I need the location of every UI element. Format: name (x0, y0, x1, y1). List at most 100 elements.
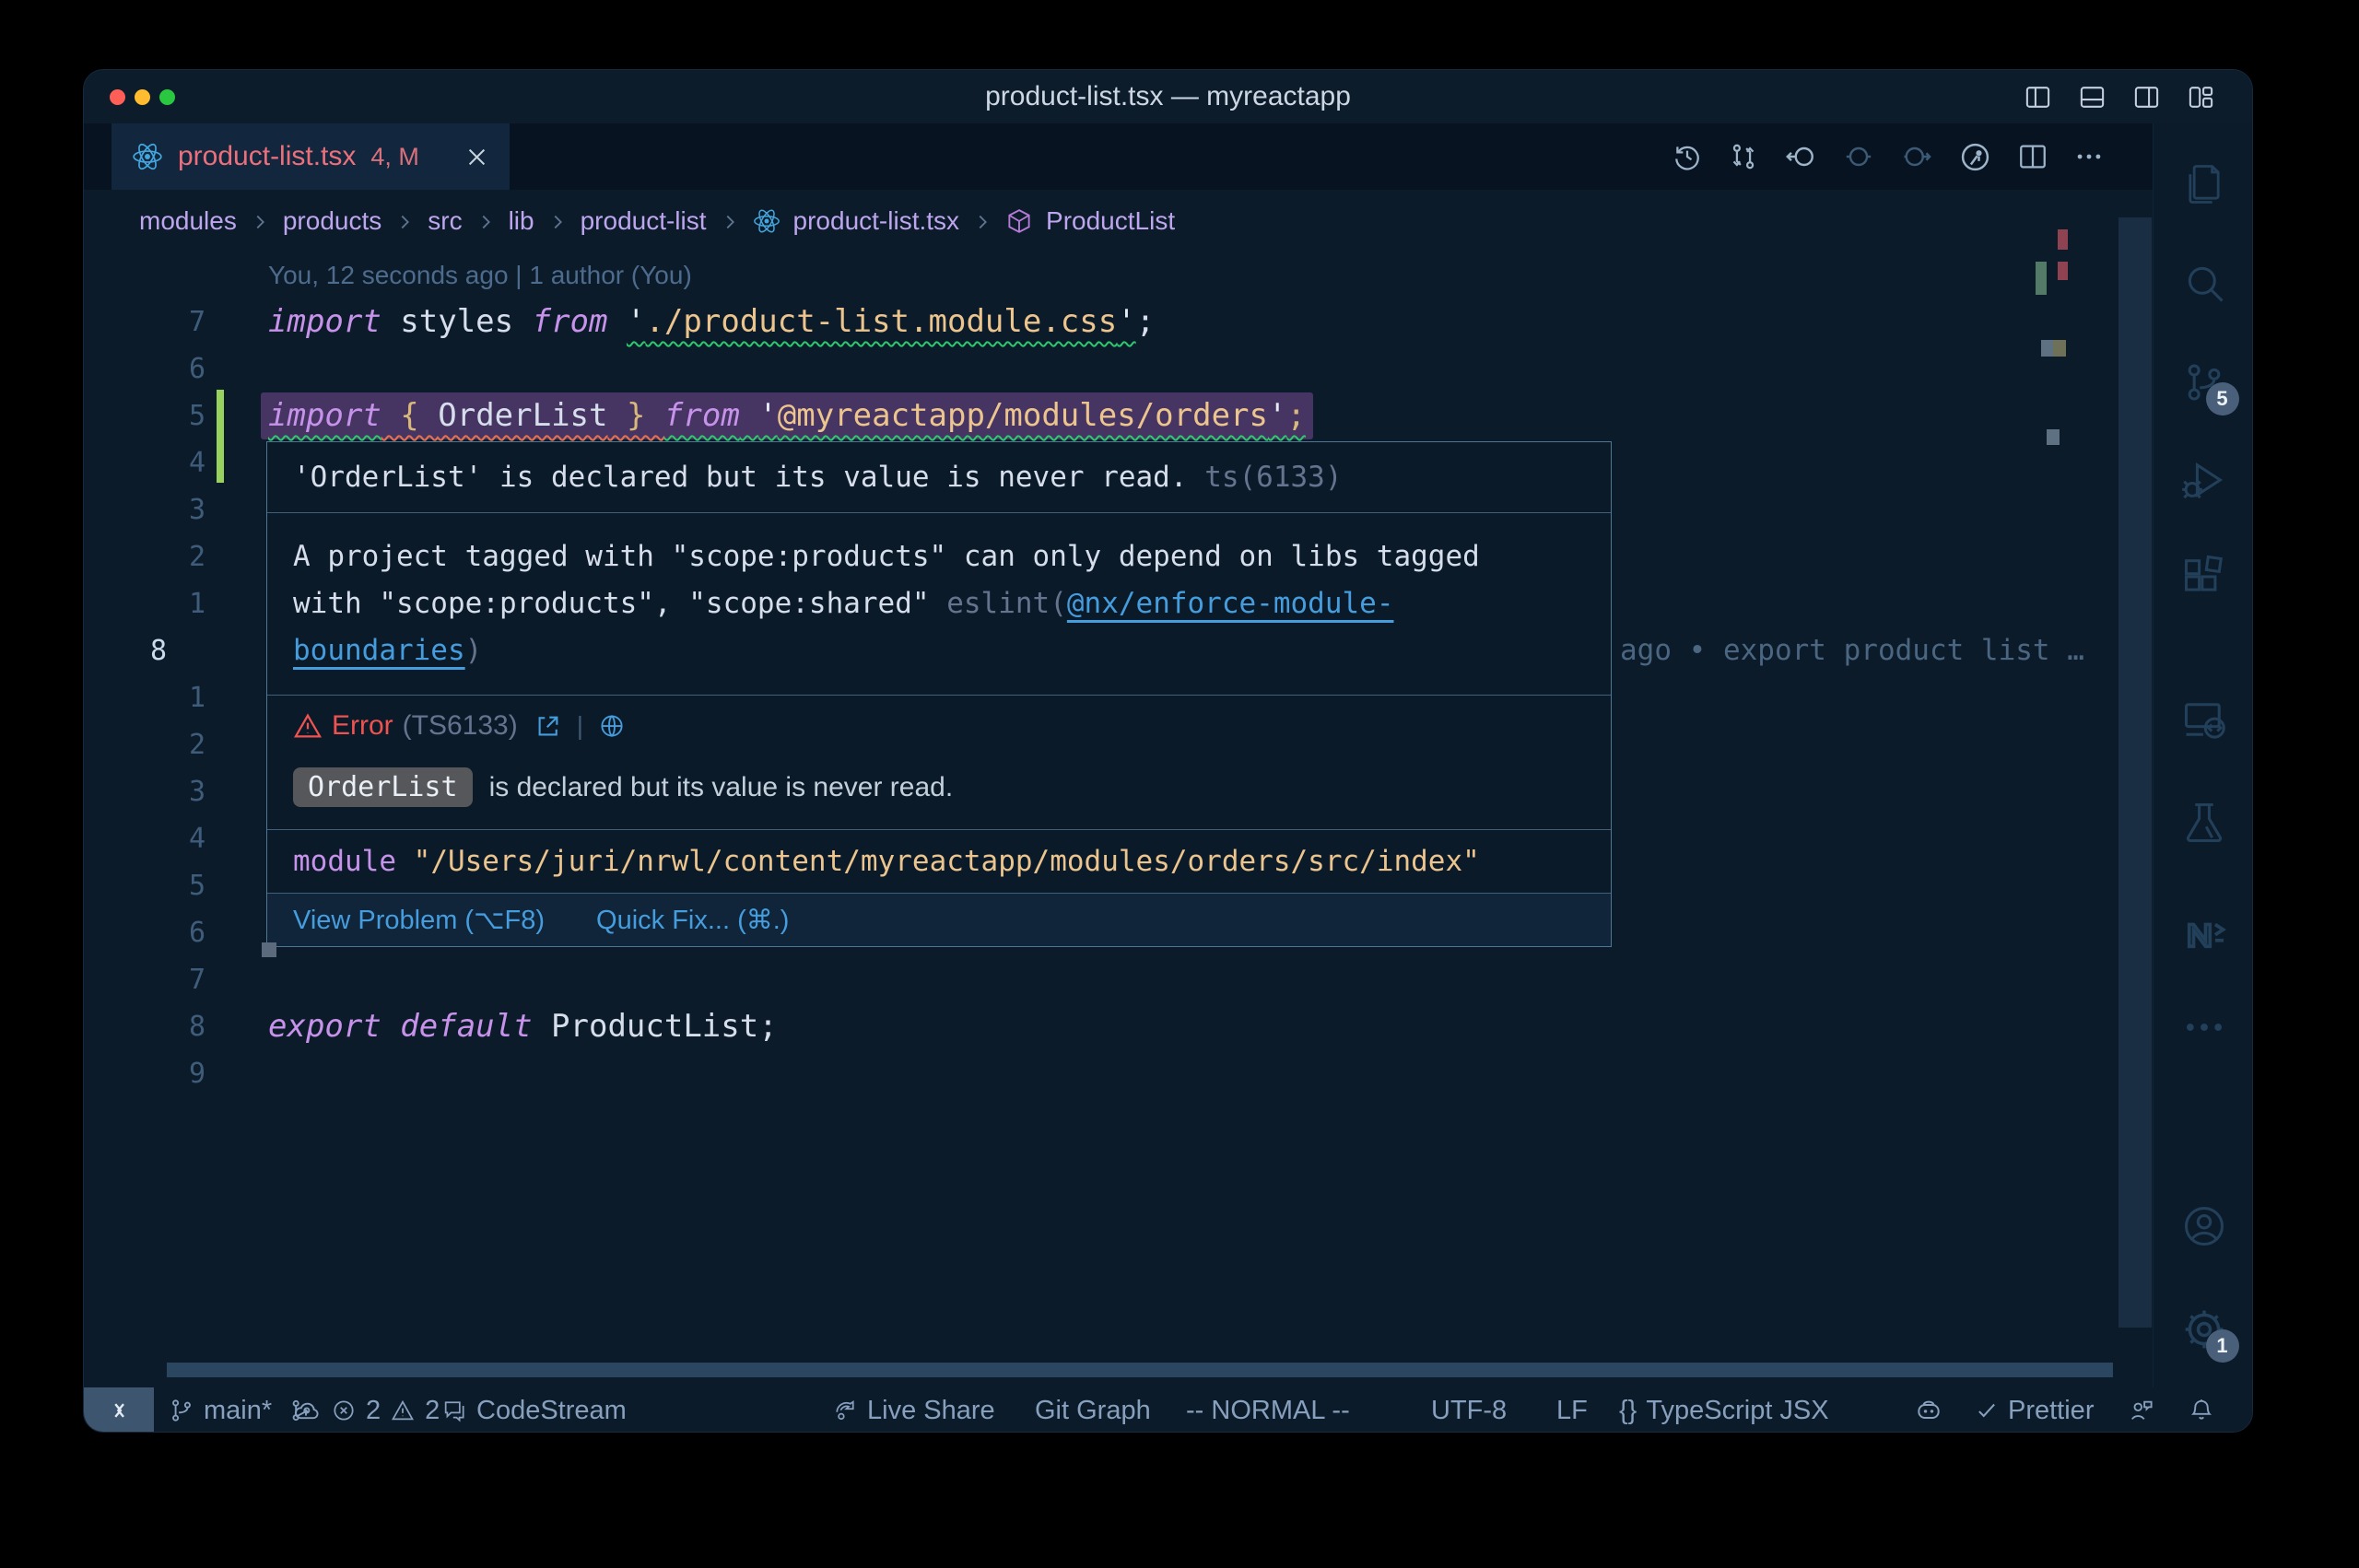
line-number[interactable]: 1 (84, 580, 205, 627)
explorer-icon[interactable] (2180, 160, 2228, 208)
code-line[interactable]: 8 export default ProductList; (84, 1003, 2153, 1050)
current-line-number[interactable]: 8 (84, 627, 241, 674)
code-line[interactable]: 7import styles from './product-list.modu… (84, 298, 2153, 345)
vim-mode-item[interactable]: -- NORMAL -- (1186, 1387, 1350, 1433)
accounts-icon[interactable] (2180, 1202, 2228, 1250)
language-item[interactable]: {} TypeScript JSX (1619, 1387, 1829, 1433)
title-bar: product-list.tsx — myreactapp (84, 70, 2252, 123)
code-line[interactable]: 6 (84, 345, 2153, 392)
source-control-icon[interactable]: 5 (2180, 358, 2228, 406)
line-number[interactable]: 6 (84, 909, 205, 956)
line-number[interactable]: 6 (84, 345, 205, 392)
feedback-item[interactable] (2128, 1387, 2155, 1433)
line-content: import { OrderList } from '@myreactapp/m… (261, 392, 1313, 439)
code-line[interactable]: 7 (84, 956, 2153, 1003)
tooltip-eslint-close-paren: ) (465, 634, 483, 667)
error-circle-icon (331, 1398, 357, 1423)
run-and-debug-icon[interactable] (2180, 456, 2228, 504)
next-change-icon[interactable] (1900, 140, 1933, 173)
hover-tooltip: 'OrderList' is declared but its value is… (266, 441, 1612, 947)
live-share-label: Live Share (867, 1396, 995, 1426)
testing-flask-icon[interactable] (2180, 799, 2228, 847)
line-number[interactable]: 7 (84, 298, 205, 345)
remote-explorer-icon[interactable] (2180, 696, 2228, 743)
breadcrumb-product-list[interactable]: product-list (581, 206, 707, 236)
chevron-right-icon (394, 212, 415, 232)
settings-gear-icon[interactable]: 1 (2180, 1305, 2228, 1353)
chevron-right-icon (250, 212, 270, 232)
tooltip-module-path: "/Users/juri/nrwl/content/myreactapp/mod… (414, 845, 1480, 878)
line-number[interactable]: 2 (84, 533, 205, 580)
breadcrumb-src[interactable]: src (428, 206, 462, 236)
check-icon (1975, 1398, 1999, 1422)
copilot-icon (1914, 1396, 1943, 1425)
settings-badge: 1 (2206, 1329, 2239, 1363)
line-number[interactable]: 4 (84, 815, 205, 862)
line-number[interactable]: 7 (84, 956, 205, 1003)
live-share-icon (832, 1398, 858, 1423)
encoding-label: UTF-8 (1431, 1396, 1507, 1426)
globe-icon[interactable] (598, 712, 626, 740)
react-icon (753, 207, 780, 235)
scrollbar-vertical[interactable] (2118, 217, 2152, 1328)
more-actions-icon[interactable] (2073, 141, 2105, 172)
open-external-icon[interactable] (534, 712, 562, 740)
status-bar: main* 2 2 CodeStream Live Share Git Grap… (84, 1387, 2253, 1433)
line-number[interactable]: 4 (84, 439, 205, 486)
previous-change-icon[interactable] (1842, 140, 1875, 173)
git-graph-label: Git Graph (1035, 1396, 1151, 1426)
search-icon[interactable] (2180, 259, 2228, 307)
line-number[interactable]: 5 (84, 862, 205, 909)
breadcrumb-symbol[interactable]: ProductList (1046, 206, 1175, 236)
nx-console-icon[interactable] (2180, 907, 2228, 955)
split-editor-icon[interactable] (2017, 141, 2048, 172)
commit-graph-item[interactable] (288, 1387, 314, 1433)
scrollbar-horizontal[interactable] (167, 1363, 2113, 1377)
eol-item[interactable]: LF (1556, 1387, 1588, 1433)
line-number[interactable]: 3 (84, 486, 205, 533)
git-graph-item[interactable]: Git Graph (1035, 1387, 1151, 1433)
extensions-icon[interactable] (2180, 553, 2228, 601)
chevron-right-icon (720, 212, 740, 232)
toggle-primary-sidebar-icon[interactable] (2024, 83, 2052, 111)
line-number[interactable]: 2 (84, 721, 205, 768)
line-content: export default ProductList; (268, 1003, 778, 1050)
go-back-icon[interactable] (1784, 140, 1817, 173)
view-problem-action[interactable]: View Problem (⌥F8) (293, 904, 545, 936)
code-line[interactable]: 9 (84, 1050, 2153, 1097)
breadcrumb-file[interactable]: product-list.tsx (793, 206, 960, 236)
live-share-item[interactable]: Live Share (832, 1387, 995, 1433)
warning-count: 2 (425, 1396, 440, 1426)
breadcrumb-products[interactable]: products (283, 206, 381, 236)
line-number[interactable]: 9 (84, 1050, 205, 1097)
codestream-item[interactable]: CodeStream (441, 1387, 627, 1433)
quick-fix-action[interactable]: Quick Fix... (⌘.) (596, 904, 789, 936)
breadcrumb-lib[interactable]: lib (509, 206, 534, 236)
notifications-bell-icon[interactable] (2188, 1387, 2215, 1433)
encoding-item[interactable]: UTF-8 (1431, 1387, 1507, 1433)
code-line[interactable]: 5 import { OrderList } from '@myreactapp/… (84, 392, 2153, 439)
line-number[interactable]: 1 (84, 674, 205, 721)
close-tab-icon[interactable] (464, 145, 489, 170)
copilot-item[interactable] (1914, 1387, 1943, 1433)
commit-graph-icon (288, 1398, 314, 1423)
problems-item[interactable]: 2 2 (331, 1387, 440, 1433)
tooltip-resize-handle[interactable] (262, 942, 276, 957)
run-icon[interactable] (1958, 140, 1992, 174)
line-number[interactable]: 5 (84, 392, 205, 439)
line-number[interactable]: 8 (84, 1003, 205, 1050)
code-line[interactable]: You, 12 seconds ago | 1 author (You) (84, 252, 2153, 298)
prettier-item[interactable]: Prettier (1975, 1387, 2094, 1433)
remote-indicator[interactable] (84, 1387, 154, 1433)
customize-layout-icon[interactable] (2187, 83, 2215, 111)
feedback-person-icon (2128, 1397, 2155, 1424)
additional-views-icon[interactable] (2180, 1003, 2228, 1051)
tab-product-list[interactable]: product-list.tsx 4, M (111, 123, 510, 190)
line-number[interactable]: 3 (84, 768, 205, 815)
timeline-icon[interactable] (1672, 141, 1703, 172)
git-compare-icon[interactable] (1728, 141, 1759, 172)
toggle-panel-icon[interactable] (2078, 83, 2107, 111)
braces-icon: {} (1619, 1396, 1637, 1426)
toggle-secondary-sidebar-icon[interactable] (2132, 83, 2161, 111)
breadcrumb-modules[interactable]: modules (139, 206, 237, 236)
